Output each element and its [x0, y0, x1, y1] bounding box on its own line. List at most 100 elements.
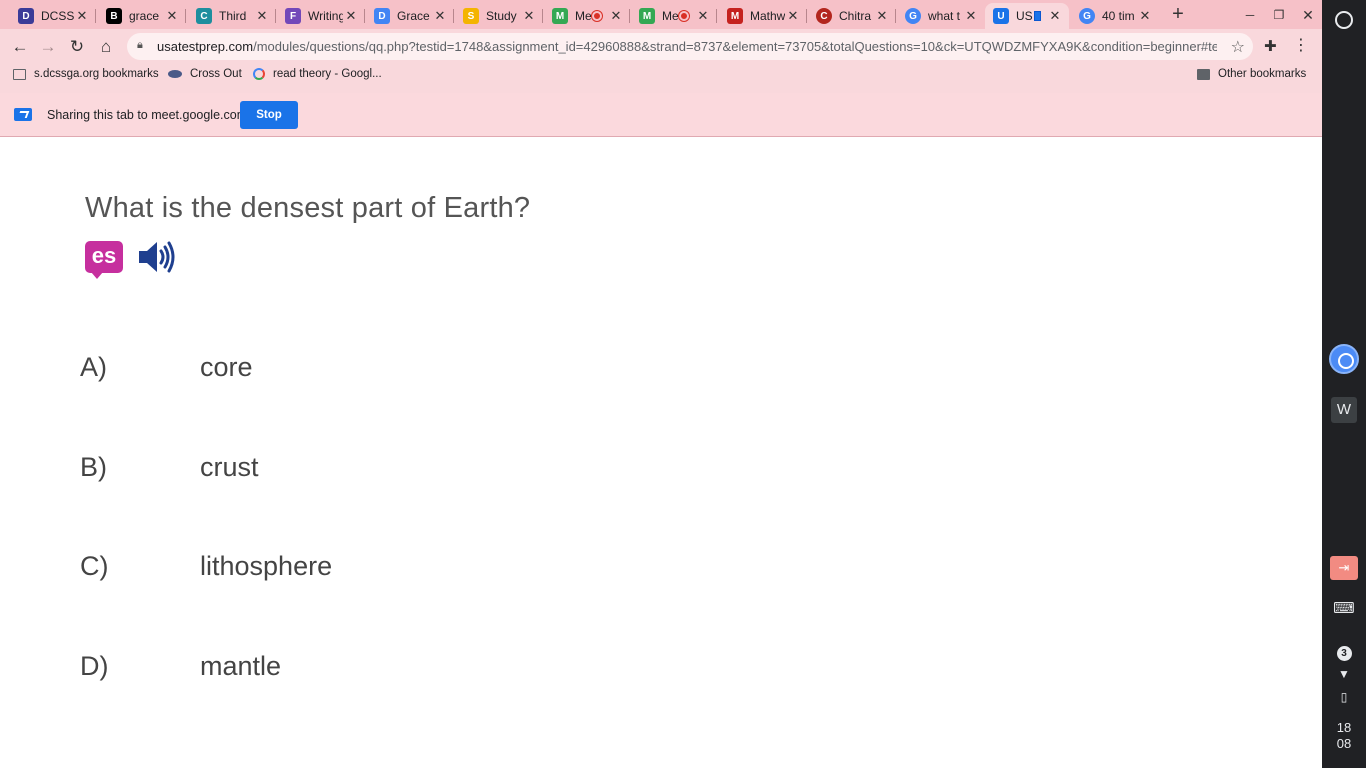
launcher-button[interactable] [1322, 11, 1366, 34]
battery-icon[interactable]: ▯ [1322, 690, 1366, 704]
tab-writing[interactable]: F Writing ✕ [277, 3, 365, 29]
tab-google-40[interactable]: G 40 tim ✕ [1071, 3, 1159, 29]
clock-hour: 18 [1336, 720, 1352, 735]
folder-icon [1197, 68, 1210, 80]
exit-icon: ⇥ [1330, 556, 1358, 580]
lock-icon[interactable]: 🔒︎ [137, 39, 151, 53]
tab-title: Study [486, 9, 517, 23]
exit-app-button[interactable]: ⇥ [1322, 556, 1366, 580]
w-app-button[interactable]: W [1322, 397, 1366, 423]
bookmark-cross-out[interactable]: Cross Out [168, 68, 242, 80]
close-tab-icon[interactable]: ✕ [254, 8, 270, 24]
close-tab-icon[interactable]: ✕ [432, 8, 448, 24]
tab-dcss[interactable]: D DCSS ✕ [10, 3, 96, 29]
more-menu-icon[interactable]: ⋮ [1293, 35, 1309, 55]
reload-button[interactable]: ↻ [65, 35, 89, 59]
browser-toolbar: ← → ↻ ⌂ 🔒︎ usatestprep.com/modules/quest… [0, 29, 1322, 64]
w-app-icon: W [1331, 397, 1357, 423]
launcher-circle-icon [1335, 11, 1353, 29]
chromeos-shelf: W ⇥ ⌨ 3 ▼ ▯ 18 08 [1322, 0, 1366, 768]
wifi-icon[interactable]: ▼ [1322, 667, 1366, 681]
choice-text: core [200, 352, 253, 382]
close-tab-icon[interactable]: ✕ [521, 8, 537, 24]
mathway-favicon-icon: M [727, 8, 743, 24]
choice-text: crust [200, 452, 259, 482]
bookmark-label: read theory - Googl... [273, 68, 382, 80]
tab-title: Third [219, 9, 247, 23]
minimize-button[interactable]: ─ [1240, 5, 1260, 25]
tab-grace-docs[interactable]: B grace ✕ [98, 3, 186, 29]
close-window-button[interactable]: ✕ [1298, 5, 1318, 25]
tab-title: 40 tim [1102, 9, 1135, 23]
bookmark-label: Cross Out [190, 68, 242, 80]
tab-sharing-infobar: Sharing this tab to meet.google.com Stop [0, 93, 1322, 137]
b-favicon-icon: B [106, 8, 122, 24]
close-tab-icon[interactable]: ✕ [785, 8, 801, 24]
tab-title: Me [575, 9, 592, 23]
clock-minute: 08 [1336, 736, 1352, 751]
close-tab-icon[interactable]: ✕ [74, 8, 90, 24]
tab-usatestprep[interactable]: U US ✕ [985, 3, 1069, 29]
stop-sharing-button[interactable]: Stop [240, 101, 298, 129]
restore-button[interactable]: ❐ [1269, 5, 1289, 25]
recording-icon [592, 11, 602, 21]
cross-out-icon [168, 70, 182, 78]
spanish-translate-icon[interactable]: es [85, 241, 123, 279]
tab-grace-doc[interactable]: D Grace ✕ [366, 3, 454, 29]
bookmark-star-icon[interactable]: ☆ [1231, 37, 1245, 57]
forward-button[interactable]: → [36, 35, 60, 59]
system-clock[interactable]: 18 08 [1322, 720, 1366, 752]
answer-choice-a[interactable]: A) core [80, 352, 680, 392]
answer-choice-b[interactable]: B) crust [80, 452, 680, 492]
assistant-button[interactable] [1322, 344, 1366, 379]
url-text[interactable]: usatestprep.com/modules/questions/qq.php… [157, 39, 1217, 54]
tab-study[interactable]: S Study ✕ [455, 3, 543, 29]
recording-icon [679, 11, 689, 21]
bookmark-read-theory[interactable]: read theory - Googl... [253, 68, 382, 80]
bookmark-dcssga-folder[interactable]: s.dcssga.org bookmarks [13, 68, 159, 80]
screen-share-icon [1034, 11, 1041, 21]
chitra-favicon-icon: C [816, 8, 832, 24]
address-bar[interactable]: 🔒︎ usatestprep.com/modules/questions/qq.… [127, 33, 1253, 60]
url-path: /modules/questions/qq.php?testid=1748&as… [253, 39, 1217, 54]
google-favicon-icon: G [905, 8, 921, 24]
forms-favicon-icon: F [285, 8, 301, 24]
tab-chitra[interactable]: C Chitra ✕ [808, 3, 896, 29]
cursor-favicon-icon: U [993, 8, 1009, 24]
tab-classroom[interactable]: C Third ✕ [188, 3, 276, 29]
tab-meet-2[interactable]: M Me ✕ [631, 3, 717, 29]
bookmark-other-folder[interactable]: Other bookmarks [1197, 68, 1306, 80]
close-tab-icon[interactable]: ✕ [164, 8, 180, 24]
close-tab-icon[interactable]: ✕ [963, 8, 979, 24]
tab-google-search[interactable]: G what t ✕ [897, 3, 985, 29]
close-tab-icon[interactable]: ✕ [1137, 8, 1153, 24]
answer-choice-d[interactable]: D) mantle [80, 651, 680, 691]
speaker-audio-icon[interactable] [137, 237, 177, 277]
notification-count-badge[interactable]: 3 [1322, 643, 1366, 661]
meet-favicon-icon: M [639, 8, 655, 24]
question-text: What is the densest part of Earth? [85, 192, 531, 224]
tab-meet-1[interactable]: M Me ✕ [544, 3, 630, 29]
new-tab-button[interactable]: + [1167, 4, 1189, 26]
close-tab-icon[interactable]: ✕ [874, 8, 890, 24]
tab-mathway[interactable]: M Mathw ✕ [719, 3, 807, 29]
extensions-puzzle-icon[interactable]: ✚ [1264, 37, 1277, 55]
dcss-favicon-icon: D [18, 8, 34, 24]
choice-text: mantle [200, 651, 282, 681]
keyboard-icon[interactable]: ⌨ [1322, 599, 1366, 617]
close-tab-icon[interactable]: ✕ [695, 8, 711, 24]
close-tab-icon[interactable]: ✕ [1047, 8, 1063, 24]
tab-title: DCSS [41, 9, 74, 23]
close-tab-icon[interactable]: ✕ [608, 8, 624, 24]
back-button[interactable]: ← [8, 35, 32, 59]
tab-title: grace [129, 9, 160, 23]
bookmarks-bar: s.dcssga.org bookmarks Cross Out read th… [0, 64, 1322, 86]
choice-letter: B) [80, 452, 107, 482]
tab-title: Chitra [839, 9, 872, 23]
slides-favicon-icon: S [463, 8, 479, 24]
answer-choice-c[interactable]: C) lithosphere [80, 551, 680, 591]
close-tab-icon[interactable]: ✕ [343, 8, 359, 24]
google-favicon-icon: G [1079, 8, 1095, 24]
home-button[interactable]: ⌂ [94, 35, 118, 59]
tab-title: Mathw [750, 9, 785, 23]
